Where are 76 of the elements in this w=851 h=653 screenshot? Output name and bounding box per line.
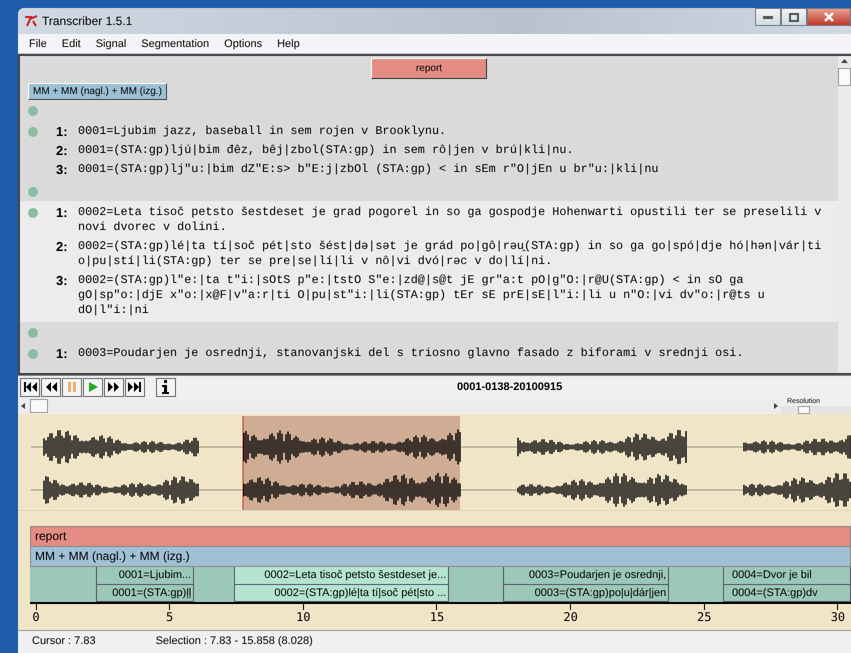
slider-thumb[interactable] — [798, 406, 810, 414]
transcript-text[interactable]: 0003=Poudarjen je osrednji, stanovanjski del s triosno glavno fasado z biforami v srednji osi. — [78, 346, 744, 361]
rewind-icon — [44, 381, 58, 393]
horizontal-scrollbar[interactable] — [18, 399, 781, 413]
close-icon — [824, 12, 834, 22]
speaker-button[interactable]: MM + MM (nagl.) + MM (izg.) — [28, 83, 167, 100]
play-icon — [86, 381, 100, 393]
menu-item[interactable]: Signal — [94, 38, 128, 50]
axis-label: 30 — [830, 610, 846, 624]
menu-item[interactable]: Segmentation — [139, 38, 212, 50]
bullet-icon — [28, 106, 38, 116]
vertical-scrollbar[interactable] — [838, 56, 851, 373]
scrollbar-thumb[interactable] — [838, 68, 851, 86]
segment-cell[interactable]: 0001=(STA:gp)ļļ — [97, 584, 194, 602]
segment-cell[interactable]: 0004=Dvor je bil — [724, 567, 850, 584]
fast-forward-button[interactable] — [104, 378, 124, 396]
skip-end-icon — [128, 381, 142, 393]
gap-segment[interactable] — [194, 567, 236, 602]
line-number: 3: — [56, 273, 69, 290]
pause-button[interactable] — [62, 378, 82, 396]
menu-item[interactable]: Options — [222, 38, 264, 50]
transcript-text[interactable]: 0001=Ljubim jazz, baseball in sem rojen v Brooklynu. — [78, 124, 446, 139]
bullet-icon — [28, 328, 38, 338]
bullet-icon — [28, 208, 38, 218]
axis-label: 15 — [430, 610, 444, 624]
maximize-button[interactable] — [781, 8, 807, 26]
segment-cell[interactable]: 0002=Leta tisoč petsto šestdeset je... — [235, 567, 448, 584]
menu-item[interactable]: Help — [275, 38, 302, 50]
transcript-text[interactable]: 0001=(STA:gp)lj"u:|bim dZ"E:s> b"E:j|zbOl (STA:gp) < in sEm r"O|jEn u br"u:|kli|nu — [78, 162, 659, 177]
pause-icon — [65, 381, 79, 393]
topic-button[interactable]: report — [371, 58, 487, 79]
play-button[interactable] — [83, 378, 103, 396]
rewind-button[interactable] — [41, 378, 61, 396]
axis-label: 0 — [32, 610, 40, 624]
segment-cell[interactable]: 0002=(STA:gp)lé|ta tí|soč pét|sto ... — [235, 584, 448, 602]
line-number: 1: — [56, 346, 69, 361]
segment-cell[interactable]: 0004=(STA:gp)dv — [724, 584, 850, 602]
bullet-icon — [28, 349, 38, 359]
window-title: Transcriber 1.5.1 — [42, 14, 132, 28]
segment-cell[interactable]: 0003=(STA:gp)po|u|dár|jen — [504, 584, 668, 602]
topic-track[interactable]: report — [30, 526, 851, 547]
axis-label: 5 — [166, 610, 174, 624]
minimize-icon — [763, 15, 773, 19]
axis-label: 25 — [697, 610, 712, 624]
app-logo-icon — [24, 15, 38, 27]
file-name: 0001-0138-20100915 — [457, 381, 562, 393]
bullet-icon — [28, 187, 38, 197]
skip-start-icon — [23, 381, 37, 393]
cursor-status: Cursor : 7.83 — [32, 635, 96, 647]
segment-cell[interactable]: 0003=Poudarjen je osrednji, — [504, 567, 668, 584]
line-number: 2: — [56, 239, 69, 256]
transcript-text[interactable]: 0002=Leta tisoč petsto šestdeset je grad pogorel in so ga gospodje Hohenwarti opustili ter se preselili v novi dvorec v dolini. — [78, 205, 828, 235]
transcript-text[interactable]: 0002=(STA:gp)l"e:|ta t"i:|sOtS p"e:|tstO S"e:|zd@|s@t jE gr"a:t pO|g"O:|r@U(STA:gp) < in sO ga gO|sp"o:|djE x"o:|x@F|v"a:r|ti O|pu|st"i:|li(STA:gp) tEr sE prE|sE|l"i:|li u n"O:|vi dv"o:|r@ts u dO|l"i:|ni — [78, 273, 828, 318]
transcript-segment[interactable] — [20, 201, 838, 322]
fast-forward-icon — [107, 381, 121, 393]
close-button[interactable] — [807, 8, 851, 26]
bullet-icon — [28, 127, 38, 137]
line-number: 1: — [56, 205, 69, 222]
skip-end-button[interactable] — [125, 378, 145, 396]
scrollbar-thumb[interactable] — [30, 399, 48, 413]
selection-status: Selection : 7.83 - 15.858 (8.028) — [156, 635, 313, 647]
transcript-text[interactable]: 0002=(STA:gp)lé|ta tí|soč pét|sto šést|də|sət je grád po|gô|rəu̯(STA:gp) in so ga go|spó|dje hó|hən|vár|ti o|pu|stí|li(STA:gp) ter se pre|se|lí|li v nô|vi dvó|rəc v do|lí|ni. — [78, 239, 828, 269]
transcript-text[interactable]: 0001=(STA:gp)ljú|bim đêz, bêj|zbol(STA:gp) in sem rô|jen v brú|kli|nu. — [78, 143, 574, 158]
line-number: 3: — [56, 162, 69, 177]
menu-item[interactable]: File — [27, 38, 49, 50]
segment-cell[interactable]: 0001=Ljubim... — [97, 567, 194, 584]
axis-label: 10 — [296, 610, 311, 624]
speaker-track[interactable]: MM + MM (nagl.) + MM (izg.) — [30, 547, 851, 567]
line-number: 2: — [56, 143, 69, 158]
skip-start-button[interactable] — [20, 378, 40, 396]
minimize-button[interactable] — [755, 8, 781, 26]
line-number: 1: — [56, 124, 69, 139]
menu-item[interactable]: Edit — [60, 38, 83, 50]
maximize-icon — [789, 12, 799, 22]
info-button[interactable] — [156, 378, 176, 396]
axis-label: 20 — [563, 610, 578, 624]
